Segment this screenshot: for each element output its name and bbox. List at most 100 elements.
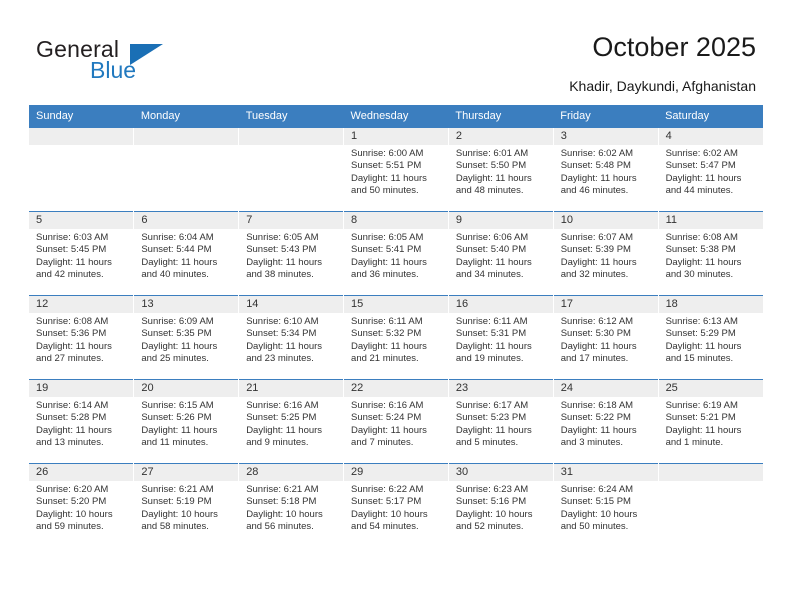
sunset-time: Sunset: 5:17 PM xyxy=(351,496,422,508)
daylight-duration-line2: and 46 minutes. xyxy=(560,184,629,196)
sunset-time: Sunset: 5:28 PM xyxy=(36,412,107,424)
daylight-duration-line1: Daylight: 10 hours xyxy=(36,508,113,520)
sunset-time: Sunset: 5:30 PM xyxy=(560,328,631,340)
calendar-day-cell[interactable]: 18 Sunrise: 6:13 AM Sunset: 5:29 PM Dayligh… xyxy=(657,295,763,380)
sunset-time: Sunset: 5:50 PM xyxy=(455,160,527,172)
day-number: 29 xyxy=(344,464,448,481)
daylight-duration-line2: and 59 minutes. xyxy=(36,520,104,532)
calendar-day-cell[interactable]: 31 Sunrise: 6:24 AM Sunset: 5:15 PM Dayligh… xyxy=(552,463,659,547)
calendar-day-cell[interactable]: 21 Sunrise: 6:16 AM Sunset: 5:25 PM Dayligh… xyxy=(238,379,344,464)
daylight-duration-line1: Daylight: 10 hours xyxy=(141,508,218,520)
day-number: 26 xyxy=(29,464,134,481)
daylight-duration-line2: and 36 minutes. xyxy=(351,268,419,280)
sunset-time: Sunset: 5:41 PM xyxy=(351,244,422,256)
calendar-day-cell[interactable]: 6 Sunrise: 6:04 AM Sunset: 5:44 PM Daylight… xyxy=(133,211,239,296)
calendar-day-cell[interactable]: 10 Sunrise: 6:07 AM Sunset: 5:39 PM Dayligh… xyxy=(552,211,659,296)
day-details: Sunrise: 6:08 AM Sunset: 5:36 PM Daylight:… xyxy=(29,313,133,365)
calendar-day-cell[interactable]: 27 Sunrise: 6:21 AM Sunset: 5:19 PM Dayligh… xyxy=(133,463,239,547)
weekday-header-wednesday: Wednesday xyxy=(343,105,449,128)
calendar-day-cell[interactable]: 8 Sunrise: 6:05 AM Sunset: 5:41 PM Daylight… xyxy=(343,211,449,296)
daylight-duration-line1: Daylight: 11 hours xyxy=(141,256,218,268)
daylight-duration-line1: Daylight: 11 hours xyxy=(560,424,637,436)
calendar-day-cell[interactable]: 28 Sunrise: 6:21 AM Sunset: 5:18 PM Dayligh… xyxy=(238,463,344,547)
calendar-day-cell[interactable]: 24 Sunrise: 6:18 AM Sunset: 5:22 PM Dayligh… xyxy=(552,379,659,464)
calendar-day-cell[interactable]: 3 Sunrise: 6:02 AM Sunset: 5:48 PM Daylight… xyxy=(552,127,659,212)
calendar-day-cell[interactable]: 4 Sunrise: 6:02 AM Sunset: 5:47 PM Daylight… xyxy=(657,127,763,212)
day-details: Sunrise: 6:14 AM Sunset: 5:28 PM Daylight:… xyxy=(29,397,133,449)
day-cell-inner: 30 Sunrise: 6:23 AM Sunset: 5:16 PM Dayligh… xyxy=(448,464,553,547)
calendar-day-cell[interactable]: 9 Sunrise: 6:06 AM Sunset: 5:40 PM Daylight… xyxy=(447,211,554,296)
sunset-time: Sunset: 5:47 PM xyxy=(665,160,736,172)
calendar-day-cell[interactable]: 7 Sunrise: 6:05 AM Sunset: 5:43 PM Daylight… xyxy=(238,211,344,296)
day-cell-inner: 16 Sunrise: 6:11 AM Sunset: 5:31 PM Dayligh… xyxy=(448,296,553,379)
calendar-day-cell[interactable]: 22 Sunrise: 6:16 AM Sunset: 5:24 PM Dayligh… xyxy=(343,379,449,464)
calendar-day-cell[interactable]: 2 Sunrise: 6:01 AM Sunset: 5:50 PM Daylight… xyxy=(447,127,554,212)
calendar-day-cell[interactable]: 17 Sunrise: 6:12 AM Sunset: 5:30 PM Dayligh… xyxy=(552,295,659,380)
daylight-duration-line1: Daylight: 11 hours xyxy=(351,172,427,184)
day-cell-inner: 17 Sunrise: 6:12 AM Sunset: 5:30 PM Dayligh… xyxy=(553,296,658,379)
calendar-day-cell[interactable]: 11 Sunrise: 6:08 AM Sunset: 5:38 PM Dayligh… xyxy=(657,211,763,296)
daylight-duration-line1: Daylight: 10 hours xyxy=(455,508,533,520)
day-number: 27 xyxy=(134,464,239,481)
sunset-time: Sunset: 5:23 PM xyxy=(455,412,527,424)
day-number xyxy=(658,464,763,481)
day-number: 21 xyxy=(239,380,344,397)
sunrise-time: Sunrise: 6:20 AM xyxy=(36,484,109,495)
calendar-day-cell[interactable]: 16 Sunrise: 6:11 AM Sunset: 5:31 PM Dayligh… xyxy=(447,295,554,380)
day-details: Sunrise: 6:02 AM Sunset: 5:48 PM Daylight:… xyxy=(554,145,658,197)
calendar-day-cell[interactable]: 1 Sunrise: 6:00 AM Sunset: 5:51 PM Daylight… xyxy=(343,127,449,212)
daylight-duration-line2: and 7 minutes. xyxy=(351,436,414,448)
day-cell-inner: 20 Sunrise: 6:15 AM Sunset: 5:26 PM Dayligh… xyxy=(134,380,239,463)
calendar-day-cell[interactable]: 12 Sunrise: 6:08 AM Sunset: 5:36 PM Dayligh… xyxy=(29,295,134,380)
calendar-day-cell[interactable]: 15 Sunrise: 6:11 AM Sunset: 5:32 PM Dayligh… xyxy=(343,295,449,380)
day-cell-inner: 22 Sunrise: 6:16 AM Sunset: 5:24 PM Dayligh… xyxy=(344,380,448,463)
sunset-time: Sunset: 5:32 PM xyxy=(351,328,422,340)
sunrise-time: Sunrise: 6:06 AM xyxy=(455,232,529,243)
sunrise-time: Sunrise: 6:11 AM xyxy=(455,316,528,327)
calendar-day-cell[interactable]: 25 Sunrise: 6:19 AM Sunset: 5:21 PM Dayligh… xyxy=(657,379,763,464)
day-number: 6 xyxy=(134,212,239,229)
daylight-duration-line1: Daylight: 11 hours xyxy=(36,424,112,436)
day-details: Sunrise: 6:07 AM Sunset: 5:39 PM Daylight:… xyxy=(554,229,658,281)
sunset-time: Sunset: 5:18 PM xyxy=(246,496,317,508)
sunset-time: Sunset: 5:51 PM xyxy=(351,160,422,172)
day-details: Sunrise: 6:09 AM Sunset: 5:35 PM Daylight:… xyxy=(134,313,238,365)
day-details: Sunrise: 6:10 AM Sunset: 5:34 PM Daylight:… xyxy=(239,313,343,365)
daylight-duration-line2: and 11 minutes. xyxy=(141,436,209,448)
sunrise-time: Sunrise: 6:23 AM xyxy=(455,484,529,495)
day-details: Sunrise: 6:19 AM Sunset: 5:21 PM Daylight:… xyxy=(659,397,763,449)
day-details: Sunrise: 6:05 AM Sunset: 5:43 PM Daylight:… xyxy=(239,229,343,281)
day-cell-inner: 24 Sunrise: 6:18 AM Sunset: 5:22 PM Dayligh… xyxy=(553,380,658,463)
sunrise-time: Sunrise: 6:12 AM xyxy=(560,316,634,327)
calendar-day-cell[interactable]: 26 Sunrise: 6:20 AM Sunset: 5:20 PM Dayligh… xyxy=(29,463,134,547)
calendar-day-cell[interactable]: 30 Sunrise: 6:23 AM Sunset: 5:16 PM Dayligh… xyxy=(447,463,554,547)
day-number: 22 xyxy=(344,380,448,397)
calendar-week-row: 12 Sunrise: 6:08 AM Sunset: 5:36 PM Dayligh… xyxy=(29,295,763,380)
day-number xyxy=(134,128,239,145)
sunrise-time: Sunrise: 6:05 AM xyxy=(351,232,424,243)
calendar-day-cell[interactable]: 20 Sunrise: 6:15 AM Sunset: 5:26 PM Dayligh… xyxy=(133,379,239,464)
calendar-day-cell[interactable]: 23 Sunrise: 6:17 AM Sunset: 5:23 PM Dayligh… xyxy=(447,379,554,464)
sunset-time: Sunset: 5:31 PM xyxy=(455,328,527,340)
sunset-time: Sunset: 5:19 PM xyxy=(141,496,212,508)
daylight-duration-line1: Daylight: 11 hours xyxy=(141,340,218,352)
calendar-day-cell[interactable]: 5 Sunrise: 6:03 AM Sunset: 5:45 PM Daylight… xyxy=(29,211,134,296)
general-blue-logo[interactable]: General Blue xyxy=(36,36,206,88)
day-number: 8 xyxy=(344,212,448,229)
page-subtitle: Khadir, Daykundi, Afghanistan xyxy=(569,78,756,94)
daylight-duration-line2: and 25 minutes. xyxy=(141,352,209,364)
calendar-day-cell[interactable]: 19 Sunrise: 6:14 AM Sunset: 5:28 PM Dayligh… xyxy=(29,379,134,464)
day-cell-inner: 15 Sunrise: 6:11 AM Sunset: 5:32 PM Dayligh… xyxy=(344,296,448,379)
day-number: 14 xyxy=(239,296,344,313)
daylight-duration-line2: and 52 minutes. xyxy=(455,520,524,532)
daylight-duration-line1: Daylight: 11 hours xyxy=(141,424,218,436)
daylight-duration-line2: and 30 minutes. xyxy=(665,268,734,280)
day-details: Sunrise: 6:24 AM Sunset: 5:15 PM Daylight:… xyxy=(554,481,658,533)
day-number: 9 xyxy=(448,212,553,229)
calendar-day-cell[interactable]: 29 Sunrise: 6:22 AM Sunset: 5:17 PM Dayligh… xyxy=(343,463,449,547)
daylight-duration-line2: and 40 minutes. xyxy=(141,268,209,280)
calendar-day-cell[interactable]: 14 Sunrise: 6:10 AM Sunset: 5:34 PM Dayligh… xyxy=(238,295,344,380)
calendar-day-cell[interactable]: 13 Sunrise: 6:09 AM Sunset: 5:35 PM Dayligh… xyxy=(133,295,239,380)
sunrise-time: Sunrise: 6:16 AM xyxy=(351,400,424,411)
sunset-time: Sunset: 5:36 PM xyxy=(36,328,107,340)
